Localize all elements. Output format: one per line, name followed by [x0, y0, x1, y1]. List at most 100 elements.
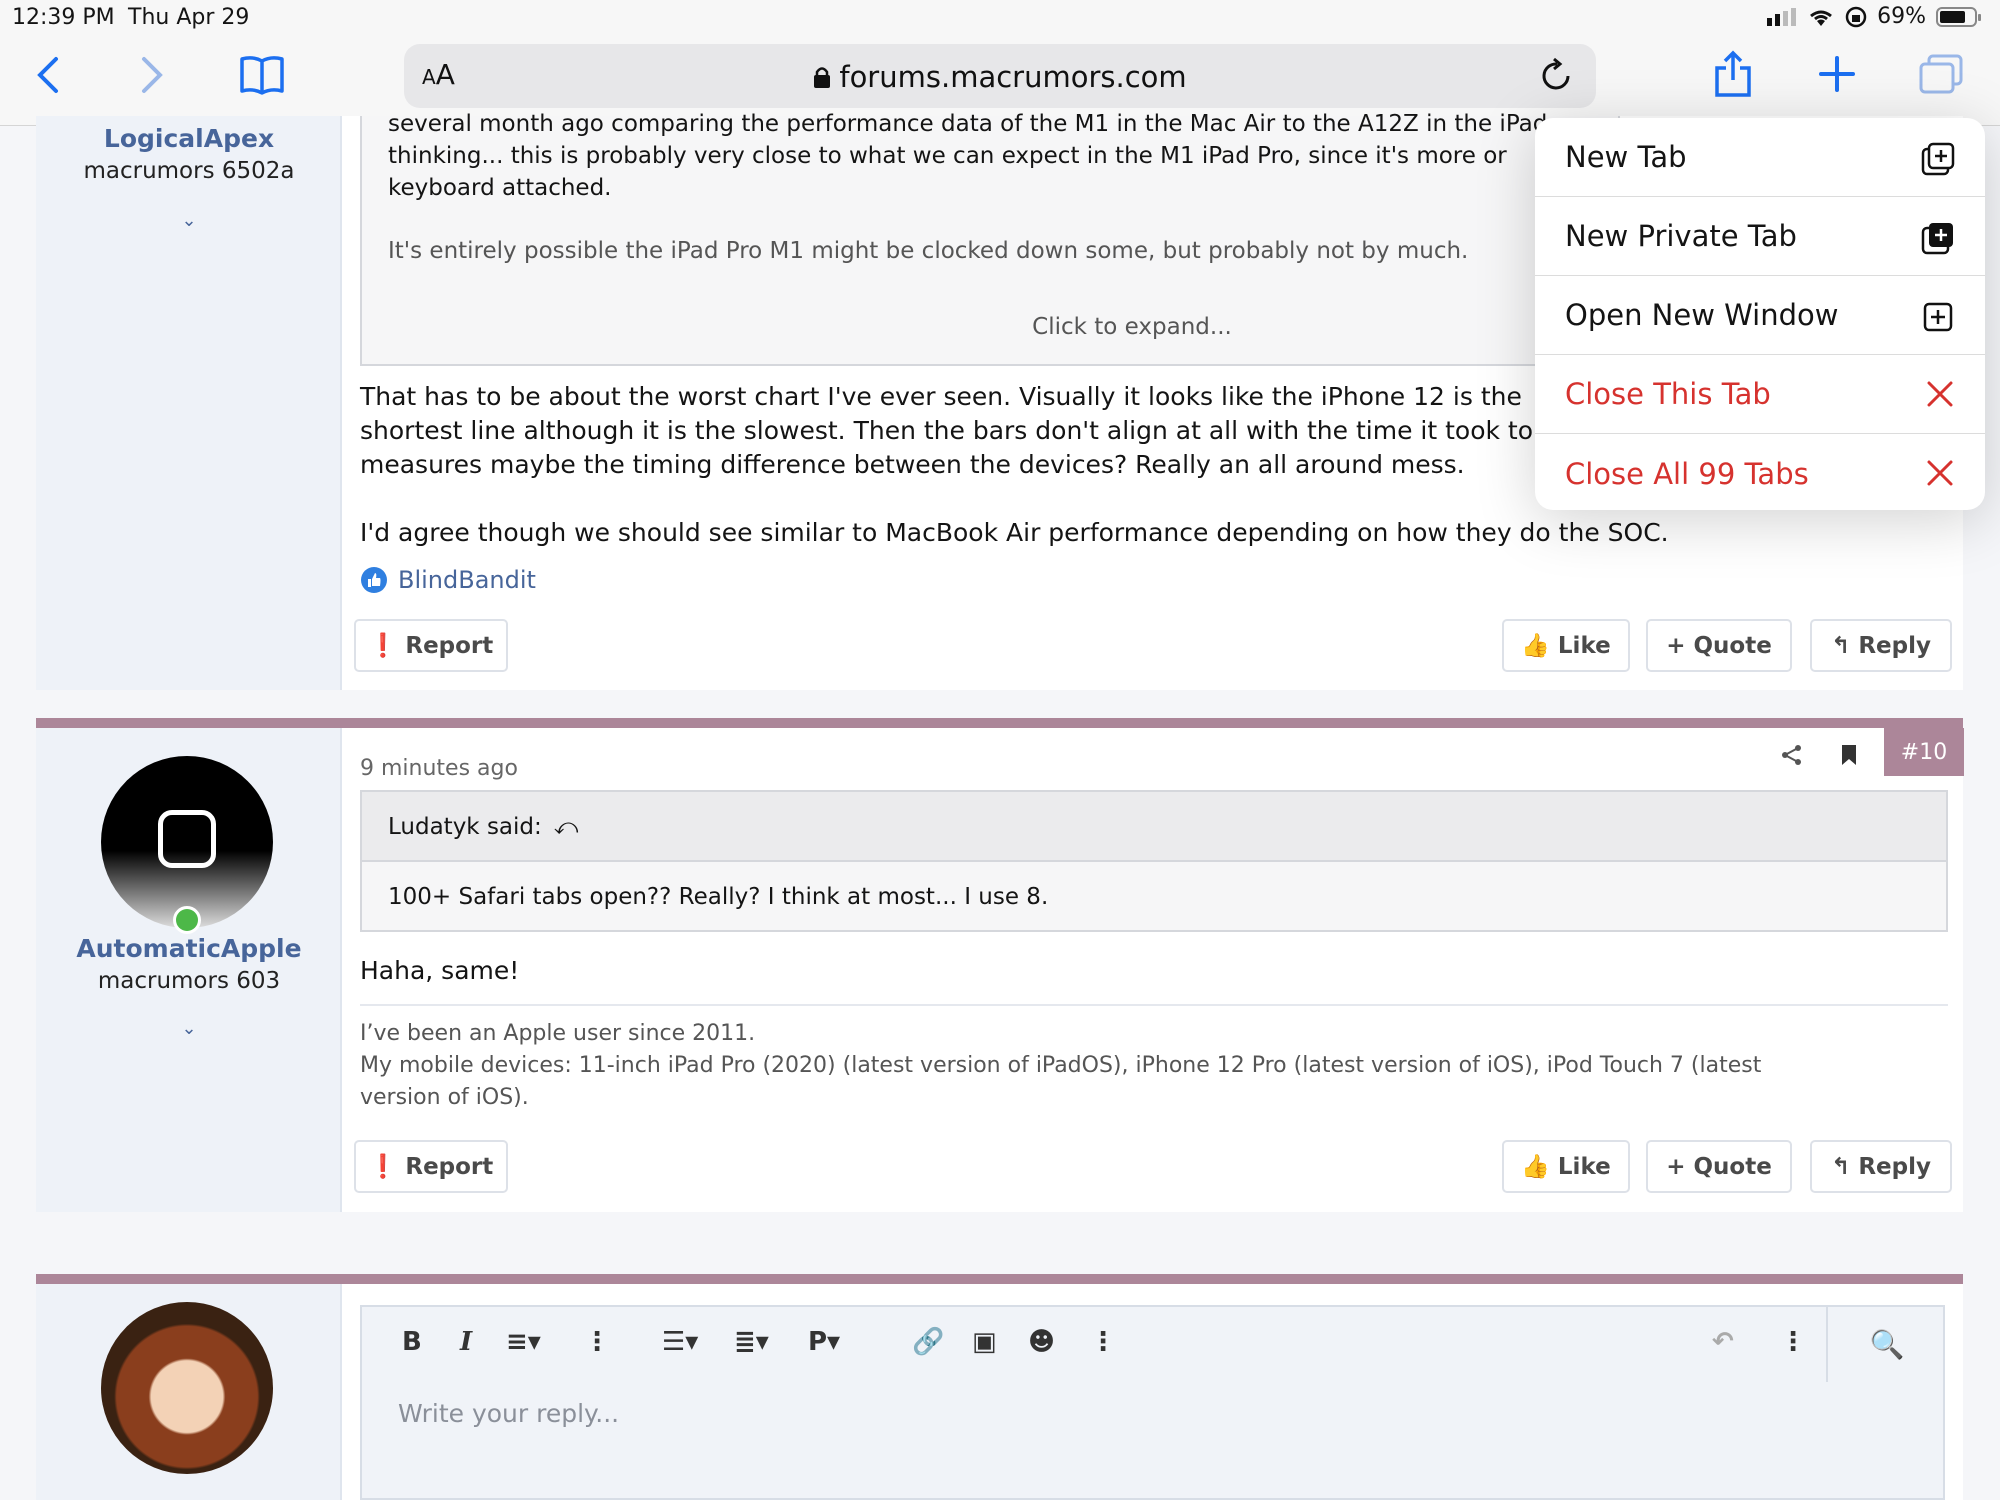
reply-editor[interactable]: B I ≡▾ ⋮ ☰▾ ≣▾ P▾ 🔗 ▣ ☻ ⋮ ↶ ⋮ 🔍 Write yo… [360, 1305, 1945, 1500]
close-icon [1927, 381, 1953, 407]
share-icon [1715, 50, 1751, 97]
user-title: macrumors 603 [97, 968, 281, 994]
quote-line: thinking... this is probably very close … [388, 143, 1507, 169]
battery-percent: 69% [1877, 4, 1926, 29]
share-icon [1782, 745, 1801, 765]
status-bar: 12:39 PM Thu Apr 29 69% [0, 0, 2000, 40]
quote-text: 100+ Safari tabs open?? Really? I think … [388, 884, 1049, 910]
post-automaticapple: AutomaticApple macrumors 603 ⌄ 9 minutes… [36, 718, 1964, 1212]
quote-attribution[interactable]: Ludatyk said: ⤺ [388, 814, 578, 840]
bookmark-icon [1842, 745, 1856, 765]
menu-item-new-tab[interactable]: New Tab [1535, 118, 1985, 197]
battery-icon [1936, 6, 1981, 27]
more-options-icon[interactable]: ⋮ [1090, 1327, 1116, 1357]
signature-divider [360, 1004, 1948, 1006]
home-button-icon [158, 810, 216, 868]
quote-button[interactable]: + Quote [1646, 1140, 1792, 1193]
thumbs-up-icon: 👍 [1521, 633, 1550, 659]
more-options-icon[interactable]: ⋮ [584, 1327, 610, 1357]
signature: I’ve been an Apple user since 2011. My m… [360, 1021, 1762, 1110]
alert-icon: ❗ [368, 633, 398, 659]
link-icon[interactable]: 🔗 [912, 1327, 944, 1357]
share-button[interactable] [1708, 48, 1758, 100]
menu-item-new-private-tab[interactable]: New Private Tab [1535, 197, 1985, 276]
username[interactable]: AutomaticApple [36, 934, 342, 963]
emoji-icon[interactable]: ☻ [1028, 1327, 1055, 1357]
wifi-icon [1810, 10, 1833, 26]
like-button[interactable]: 👍 Like [1502, 1140, 1630, 1193]
reply-arrow-icon: ↰ [1831, 632, 1851, 659]
book-icon [240, 56, 284, 95]
menu-item-close-all-tabs[interactable]: Close All 99 Tabs [1535, 434, 1985, 510]
chevron-down-icon[interactable]: ⌄ [36, 1018, 342, 1039]
image-icon[interactable]: ▣ [972, 1327, 997, 1357]
more-options-icon[interactable]: ⋮ [1780, 1327, 1806, 1357]
status-time: 12:39 PM [12, 5, 115, 30]
avatar[interactable] [101, 1302, 273, 1474]
reaction-list: BlindBandit [360, 566, 536, 594]
quote-header [362, 792, 1946, 862]
status-date: Thu Apr 29 [128, 5, 250, 30]
forward-button[interactable] [132, 50, 172, 100]
reply-button[interactable]: ↰ Reply [1810, 1140, 1952, 1193]
alert-icon: ❗ [368, 1154, 398, 1180]
undo-icon[interactable]: ↶ [1712, 1327, 1734, 1357]
bookmark-button[interactable] [1840, 744, 1858, 770]
user-sidebar: AutomaticApple macrumors 603 ⌄ [36, 728, 342, 1212]
chevron-right-icon [142, 57, 163, 93]
like-button[interactable]: 👍 Like [1502, 619, 1630, 672]
user-title: macrumors 6502a [83, 158, 295, 184]
post-number[interactable]: #10 [1884, 728, 1964, 776]
tabs-icon [1919, 54, 1963, 94]
user-sidebar: LogicalApex macrumors 6502a ⌄ [36, 116, 342, 690]
preview-icon[interactable]: 🔍 [1826, 1307, 1946, 1382]
user-sidebar [36, 1284, 342, 1500]
lock-icon [814, 67, 831, 88]
italic-icon[interactable]: I [460, 1327, 472, 1357]
cellular-icon [1767, 7, 1797, 26]
close-icon [1927, 460, 1953, 486]
new-private-tab-icon [1921, 223, 1953, 255]
reload-button[interactable] [1540, 56, 1574, 98]
online-status-icon [173, 906, 201, 934]
reply-button[interactable]: ↰ Reply [1810, 619, 1952, 672]
quote-line: keyboard attached. [388, 175, 612, 201]
reaction-user-link[interactable]: BlindBandit [398, 566, 536, 594]
quote-button[interactable]: + Quote [1646, 619, 1792, 672]
back-button[interactable] [28, 50, 68, 100]
report-button[interactable]: ❗ Report [354, 619, 508, 672]
quote-block: Ludatyk said: ⤺ 100+ Safari tabs open?? R… [360, 790, 1948, 932]
align-icon[interactable]: ≣▾ [734, 1327, 769, 1357]
new-tab-button[interactable] [1812, 48, 1862, 100]
tabs-overview-button[interactable] [1916, 48, 1966, 100]
menu-item-close-this-tab[interactable]: Close This Tab [1535, 355, 1985, 434]
username[interactable]: LogicalApex [36, 124, 342, 153]
like-reaction-icon [361, 567, 387, 593]
editor-toolbar: B I ≡▾ ⋮ ☰▾ ≣▾ P▾ 🔗 ▣ ☻ ⋮ ↶ ⋮ 🔍 [362, 1307, 1943, 1382]
post-time[interactable]: 9 minutes ago [360, 756, 518, 781]
bold-icon[interactable]: B [402, 1327, 422, 1357]
reply-placeholder[interactable]: Write your reply... [398, 1399, 619, 1428]
chevron-down-icon[interactable]: ⌄ [36, 210, 342, 231]
new-tab-icon [1921, 142, 1955, 176]
menu-item-open-new-window[interactable]: Open New Window [1535, 276, 1985, 355]
url-text: forums.macrumors.com [839, 60, 1187, 94]
post-body: Haha, same! [360, 956, 520, 985]
plus-icon [1819, 56, 1855, 92]
paragraph-icon[interactable]: P▾ [808, 1327, 840, 1357]
thumbs-up-icon: 👍 [1521, 1154, 1550, 1180]
new-window-icon [1923, 302, 1953, 332]
share-post-button[interactable] [1781, 744, 1803, 770]
body-line: I'd agree though we should see similar t… [360, 518, 1669, 547]
url-field[interactable]: forums.macrumors.com [404, 60, 1596, 94]
jump-to-quote-icon: ⤺ [553, 814, 579, 840]
text-options-icon[interactable]: ≡▾ [506, 1327, 541, 1357]
report-button[interactable]: ❗ Report [354, 1140, 508, 1193]
quote-line: several month ago comparing the performa… [388, 111, 1548, 137]
bookmarks-button[interactable] [236, 50, 288, 100]
address-bar[interactable]: AA forums.macrumors.com [404, 44, 1596, 108]
quote-block: several month ago comparing the performa… [360, 111, 1620, 366]
avatar[interactable] [101, 756, 273, 928]
quote-line: It's entirely possible the iPad Pro M1 m… [388, 238, 1469, 264]
list-icon[interactable]: ☰▾ [662, 1327, 698, 1357]
